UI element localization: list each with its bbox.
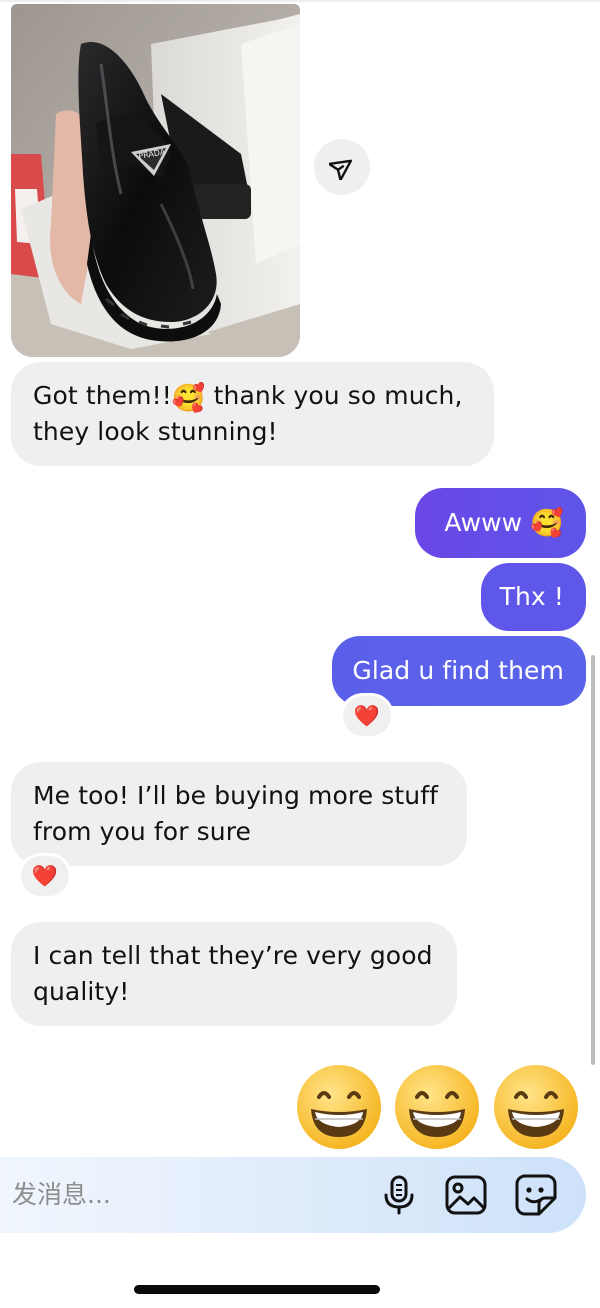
reaction-badge[interactable]: ❤️ [21, 856, 69, 896]
share-button[interactable] [314, 139, 370, 195]
smiling-face-hearts-emoji: 🥰 [171, 383, 206, 414]
message-composer[interactable]: 发消息... [0, 1157, 586, 1233]
message-input[interactable]: 发消息... [12, 1177, 111, 1213]
sent-message-thx[interactable]: Thx ! [481, 563, 586, 631]
shoe-photo: PRADA [11, 4, 300, 357]
sent-message-awww[interactable]: Awww 🥰 [415, 488, 586, 558]
message-line: they look stunning! [33, 417, 278, 446]
reaction-badge[interactable]: ❤️ [343, 696, 391, 736]
image-icon [445, 1175, 487, 1215]
message-text: thank you so much, [205, 381, 463, 410]
microphone-icon [384, 1175, 414, 1215]
smiling-face-hearts-emoji: 🥰 [530, 507, 564, 539]
scrollbar[interactable] [591, 655, 595, 1065]
received-message-me-too[interactable]: Me too! I’ll be buying more stuff from y… [11, 762, 467, 866]
heart-icon: ❤️ [31, 863, 59, 888]
grinning-face-icon [395, 1065, 479, 1149]
image-button[interactable] [444, 1173, 488, 1217]
reaction-background: ❤️ [343, 696, 391, 736]
grinning-face-icon [494, 1065, 578, 1149]
grin-emoji[interactable] [295, 1063, 383, 1151]
chat-screen: PRADA Got them!!🥰 thank you so much, the… [0, 0, 600, 1308]
home-indicator[interactable] [134, 1285, 380, 1294]
top-divider [0, 0, 600, 2]
sticker-button[interactable] [514, 1173, 558, 1217]
received-message-got-them[interactable]: Got them!!🥰 thank you so much, they look… [11, 362, 494, 466]
message-line: I can tell that they’re very good [33, 941, 433, 970]
message-line: quality! [33, 977, 130, 1006]
message-line: Got them!!🥰 thank you so much, [33, 378, 472, 414]
received-message-quality[interactable]: I can tell that they’re very good qualit… [11, 922, 457, 1026]
grin-emoji[interactable] [492, 1063, 580, 1151]
send-arrow-icon [329, 159, 353, 180]
message-line: Me too! I’ll be buying more stuff [33, 781, 439, 810]
message-text: Thx ! [499, 582, 564, 611]
message-text: Glad u find them [352, 656, 564, 685]
sticker-icon [515, 1174, 557, 1216]
grin-emoji[interactable] [393, 1063, 481, 1151]
microphone-button[interactable] [377, 1173, 421, 1217]
message-line: from you for sure [33, 817, 252, 846]
photo-message[interactable]: PRADA [11, 4, 300, 357]
heart-icon: ❤️ [353, 703, 381, 728]
grinning-face-icon [297, 1065, 381, 1149]
message-text: Got them!! [33, 381, 172, 410]
message-text: Awww [444, 508, 523, 537]
reaction-background: ❤️ [21, 856, 69, 896]
